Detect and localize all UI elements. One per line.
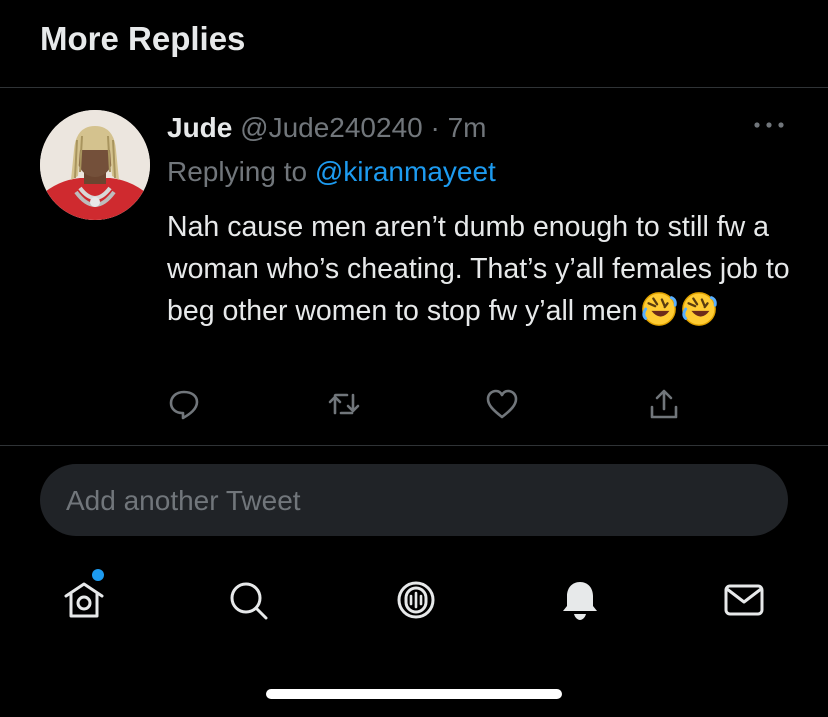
spaces-icon[interactable] [394,578,438,622]
retweet-icon[interactable] [326,386,362,422]
like-icon[interactable] [484,386,520,422]
tweet-text: Nah cause men aren’t dumb enough to stil… [167,206,807,332]
author-name[interactable]: Jude [167,112,232,143]
more-options-icon[interactable] [752,118,786,132]
replying-to-label: Replying to [167,156,308,187]
notifications-icon[interactable] [558,578,602,622]
home-indicator[interactable] [266,689,562,699]
add-tweet-input[interactable] [64,464,768,538]
home-icon[interactable] [62,578,106,622]
rolling-on-floor-laughing-emoji [681,292,717,326]
tweet[interactable]: Jude @Jude240240 · 7m Replying to @kiran… [0,88,828,446]
share-icon[interactable] [646,386,682,422]
search-icon[interactable] [226,578,270,622]
replying-to-mention[interactable]: @kiranmayeet [315,156,496,187]
rolling-on-floor-laughing-emoji [641,292,677,326]
replying-to: Replying to @kiranmayeet [167,156,496,188]
avatar-image [40,110,150,220]
header: More Replies [0,0,828,88]
page-title: More Replies [40,20,246,57]
compose-box[interactable] [40,464,788,538]
home-notification-dot [92,569,104,581]
separator-dot: · [430,112,440,143]
tweet-timestamp[interactable]: 7m [448,112,487,143]
author-handle[interactable]: @Jude240240 [240,112,423,143]
reply-icon[interactable] [166,386,202,422]
tweet-header: Jude @Jude240240 · 7m [167,112,487,144]
avatar[interactable] [40,110,150,220]
messages-icon[interactable] [722,578,766,622]
